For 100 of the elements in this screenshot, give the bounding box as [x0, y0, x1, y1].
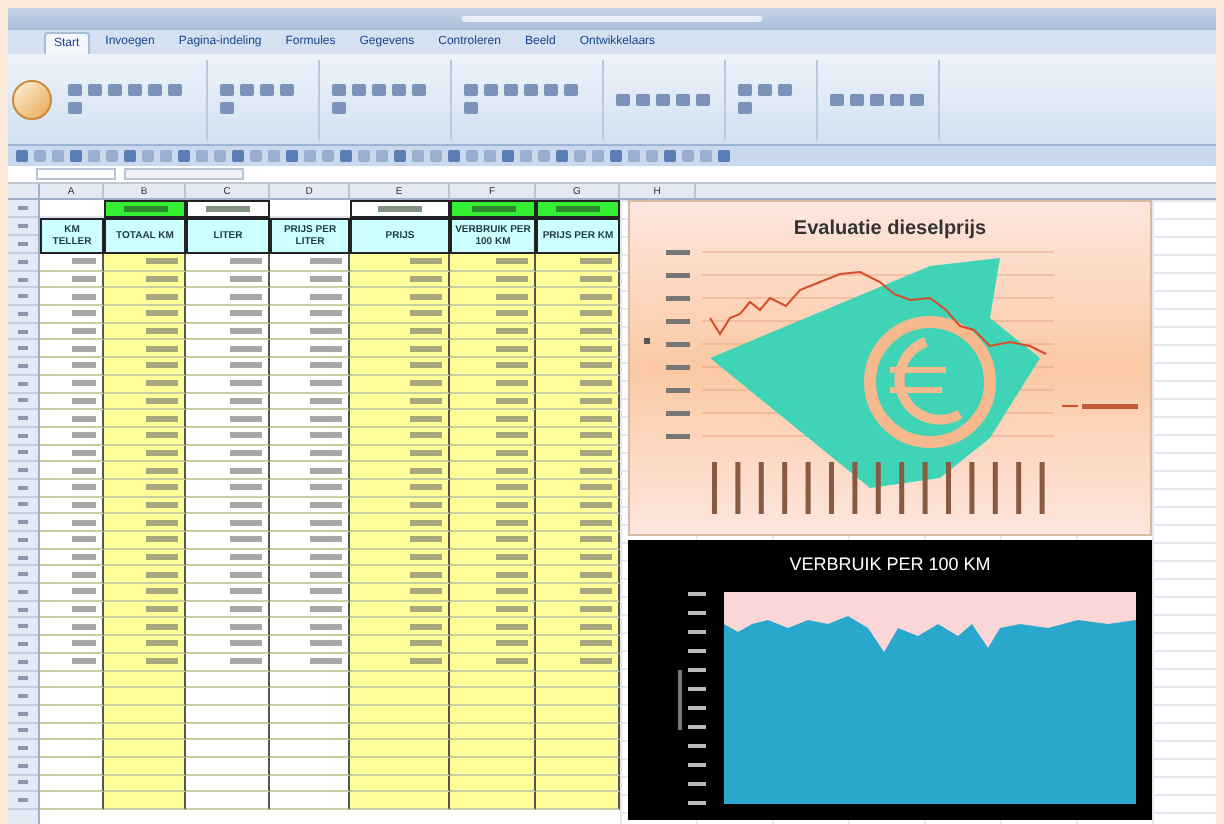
cell-value-smudge [410, 328, 442, 335]
cell-value-smudge [230, 328, 262, 335]
cell-value-smudge [410, 449, 442, 456]
cell-value-smudge [496, 276, 528, 283]
cell-value-smudge [72, 293, 96, 300]
cell-value-smudge [72, 380, 96, 387]
cell-value-smudge [146, 519, 178, 526]
cell-value-smudge [496, 519, 528, 526]
cell-value-smudge [72, 328, 96, 335]
cell-value-smudge [410, 380, 442, 387]
cell-value-smudge [410, 623, 442, 630]
row-number-smudge [18, 589, 28, 594]
row-number-smudge [18, 641, 28, 646]
cell-value-smudge [310, 328, 342, 335]
cell-value-smudge [410, 397, 442, 404]
cell-value-smudge [310, 276, 342, 283]
row-number-smudge [18, 711, 28, 716]
cell-value-smudge [146, 484, 178, 491]
cell-value-smudge [496, 640, 528, 647]
cell-value-smudge [580, 588, 612, 595]
cell-value-smudge [146, 501, 178, 508]
cell-value-smudge [496, 449, 528, 456]
cell-value-smudge [496, 397, 528, 404]
cell-value-smudge [496, 536, 528, 543]
cell-value-smudge [496, 293, 528, 300]
formula-field[interactable] [124, 168, 244, 180]
cell-value-smudge [310, 640, 342, 647]
cell-value-smudge [580, 276, 612, 283]
cell-value-smudge [72, 501, 96, 508]
cell-value-smudge [310, 501, 342, 508]
row-number-smudge [18, 676, 28, 681]
cell-value-smudge [230, 640, 262, 647]
cell-value-smudge [580, 258, 612, 265]
cell-value-smudge [230, 554, 262, 561]
row-number-smudge [18, 450, 28, 455]
cell-value-smudge [230, 484, 262, 491]
cell-value-smudge [146, 432, 178, 439]
cell-value-smudge [580, 362, 612, 369]
cell-value-smudge [72, 449, 96, 456]
cell-value-smudge [580, 345, 612, 352]
cell-value-smudge [72, 345, 96, 352]
name-box[interactable] [36, 168, 116, 180]
cell-value-smudge [230, 658, 262, 665]
cell-value-smudge [580, 536, 612, 543]
cell-value-smudge [580, 328, 612, 335]
cell-value-smudge [230, 467, 262, 474]
cell-value-smudge [580, 310, 612, 317]
row-number-smudge [18, 780, 28, 785]
cell-value-smudge [496, 623, 528, 630]
cell-value-smudge [496, 501, 528, 508]
cell-value-smudge [72, 432, 96, 439]
cell-value-smudge [146, 536, 178, 543]
cell-value-smudge [310, 293, 342, 300]
cell-value-smudge [230, 623, 262, 630]
cell-value-smudge [410, 432, 442, 439]
cell-value-smudge [410, 501, 442, 508]
cell-value-smudge [146, 588, 178, 595]
cell-value-smudge [580, 554, 612, 561]
cell-value-smudge [146, 606, 178, 613]
row-number-smudge [18, 398, 28, 403]
cell-value-smudge [146, 380, 178, 387]
cell-value-smudge [72, 310, 96, 317]
total-value-smudge [471, 206, 515, 212]
row-number-smudge [18, 346, 28, 351]
row-number-smudge [18, 294, 28, 299]
cell-value-smudge [410, 536, 442, 543]
cell-value-smudge [230, 415, 262, 422]
cell-value-smudge [496, 606, 528, 613]
row-number-smudge [18, 259, 28, 264]
row-number-smudge [18, 520, 28, 525]
row-number-smudge [18, 555, 28, 560]
cell-value-smudge [146, 293, 178, 300]
cell-value-smudge [310, 362, 342, 369]
axis-title-smudge [644, 338, 650, 344]
cell-value-smudge [230, 588, 262, 595]
cell-value-smudge [580, 467, 612, 474]
cell-value-smudge [72, 467, 96, 474]
cell-value-smudge [496, 258, 528, 265]
cell-value-smudge [580, 380, 612, 387]
cell-value-smudge [580, 623, 612, 630]
cell-value-smudge [580, 449, 612, 456]
cell-value-smudge [72, 658, 96, 665]
cell-value-smudge [496, 415, 528, 422]
cell-value-smudge [230, 276, 262, 283]
row-number-smudge [18, 277, 28, 282]
cell-value-smudge [410, 276, 442, 283]
cell-value-smudge [230, 606, 262, 613]
cell-value-smudge [310, 536, 342, 543]
cell-value-smudge [230, 432, 262, 439]
office-button[interactable] [12, 79, 52, 119]
cell-value-smudge [72, 536, 96, 543]
cell-value-smudge [230, 310, 262, 317]
cell-value-smudge [310, 345, 342, 352]
cell-value-smudge [580, 397, 612, 404]
cell-value-smudge [230, 536, 262, 543]
cell-value-smudge [146, 571, 178, 578]
row-number-smudge [18, 433, 28, 438]
cell-value-smudge [580, 640, 612, 647]
cell-value-smudge [310, 397, 342, 404]
cell-value-smudge [410, 519, 442, 526]
